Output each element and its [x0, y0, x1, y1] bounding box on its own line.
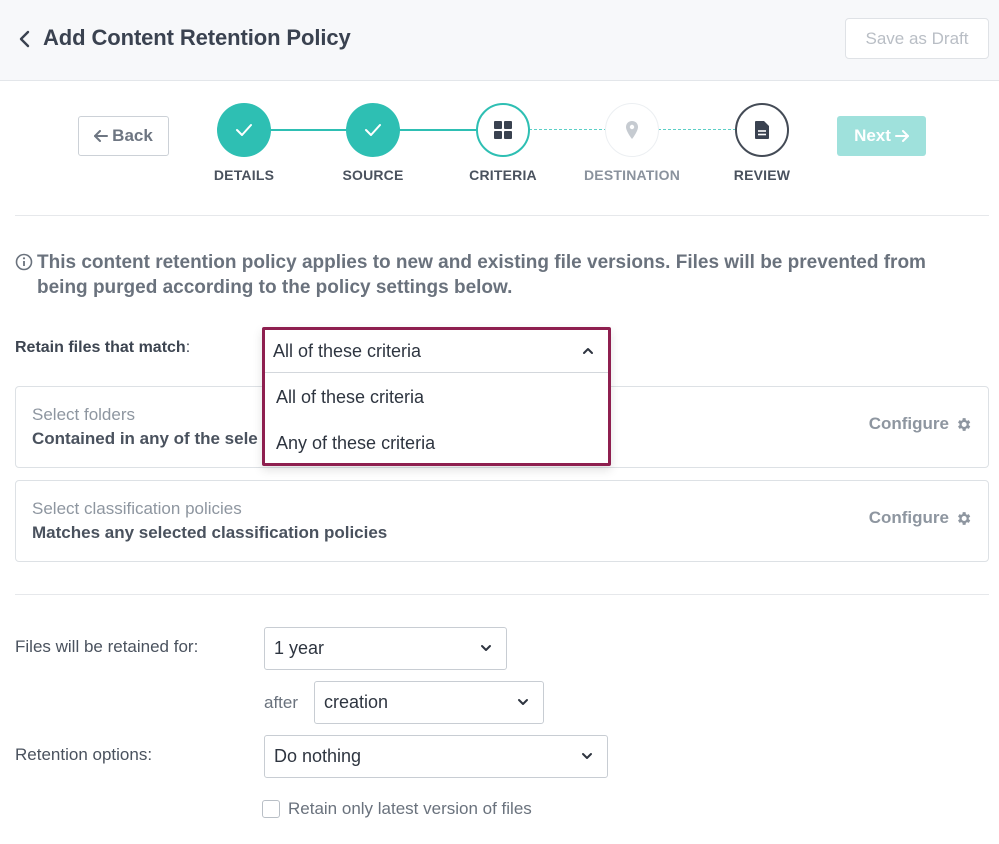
latest-version-label: Retain only latest version of files — [288, 799, 532, 818]
card-subtitle: Matches any selected classification poli… — [32, 523, 388, 542]
configure-classification-button[interactable]: Configure — [869, 508, 972, 528]
match-criteria-select[interactable]: All of these criteria — [265, 330, 608, 373]
back-button-label: Back — [112, 126, 153, 145]
document-icon — [755, 121, 769, 139]
dropdown-option-all[interactable]: All of these criteria — [265, 376, 608, 418]
retention-after-value: creation — [324, 692, 389, 712]
configure-folders-button[interactable]: Configure — [869, 414, 972, 434]
criteria-card-classification: Select classification policies Matches a… — [15, 480, 989, 562]
dropdown-option-any[interactable]: Any of these criteria — [265, 422, 608, 464]
step-label-details: DETAILS — [213, 167, 275, 183]
gear-icon — [958, 417, 971, 431]
card-subtitle: Contained in any of the sele — [32, 429, 258, 448]
step-connector — [529, 129, 607, 130]
check-icon — [365, 124, 381, 136]
step-connector — [270, 129, 348, 131]
chevron-up-icon — [583, 348, 593, 354]
page-title: Add Content Retention Policy — [43, 25, 351, 50]
info-icon — [15, 253, 33, 271]
retention-after-select[interactable]: creation — [314, 681, 544, 724]
match-criteria-dropdown[interactable]: All of these criteria All of these crite… — [262, 327, 611, 466]
card-title: Select classification policies — [32, 499, 242, 518]
retention-period-value: 1 year — [274, 638, 325, 658]
gear-icon — [958, 511, 971, 525]
retention-options-select[interactable]: Do nothing — [264, 735, 608, 778]
after-label: after — [264, 693, 299, 712]
latest-version-option: Retain only latest version of files — [262, 799, 532, 819]
arrow-right-icon — [894, 130, 909, 142]
retention-options-label: Retention options: — [15, 745, 153, 764]
configure-label: Configure — [868, 508, 949, 527]
retention-period-select[interactable]: 1 year — [264, 627, 507, 670]
save-as-draft-button[interactable]: Save as Draft — [845, 18, 989, 59]
map-pin-icon — [626, 121, 638, 139]
grid-icon — [494, 121, 512, 139]
step-label-criteria: CRITERIA — [469, 167, 537, 183]
section-divider — [15, 215, 989, 216]
chevron-down-icon — [518, 699, 528, 705]
step-connector — [399, 129, 477, 131]
page-header: Add Content Retention Policy Save as Dra… — [0, 0, 999, 81]
step-connector — [658, 129, 736, 130]
chevron-down-icon — [481, 645, 491, 651]
latest-version-checkbox[interactable] — [262, 800, 280, 818]
step-source[interactable] — [346, 103, 400, 157]
check-icon — [236, 124, 252, 136]
step-label-review: REVIEW — [733, 167, 791, 183]
chevron-left-icon[interactable] — [16, 28, 34, 50]
arrow-left-icon — [94, 130, 109, 142]
retain-match-label-text: Retain files that match — [15, 339, 186, 356]
step-review[interactable] — [735, 103, 789, 157]
chevron-down-icon — [582, 753, 592, 759]
match-criteria-selected-value: All of these criteria — [273, 340, 422, 361]
step-destination[interactable] — [605, 103, 659, 157]
configure-label: Configure — [868, 414, 949, 433]
next-button-label: Next — [854, 126, 891, 145]
step-label-destination: DESTINATION — [583, 167, 681, 183]
card-title: Select folders — [32, 405, 135, 424]
retain-match-label: Retain files that match: — [15, 339, 190, 357]
back-button[interactable]: Back — [78, 116, 169, 156]
retention-options-value: Do nothing — [274, 746, 362, 766]
retain-match-label-colon: : — [185, 339, 191, 356]
step-label-source: SOURCE — [342, 167, 404, 183]
step-details[interactable] — [217, 103, 271, 157]
section-divider — [15, 594, 989, 595]
next-button[interactable]: Next — [837, 116, 926, 156]
policy-info-text: This content retention policy applies to… — [37, 252, 926, 298]
retention-period-label: Files will be retained for: — [15, 637, 199, 656]
step-criteria[interactable] — [476, 103, 530, 157]
